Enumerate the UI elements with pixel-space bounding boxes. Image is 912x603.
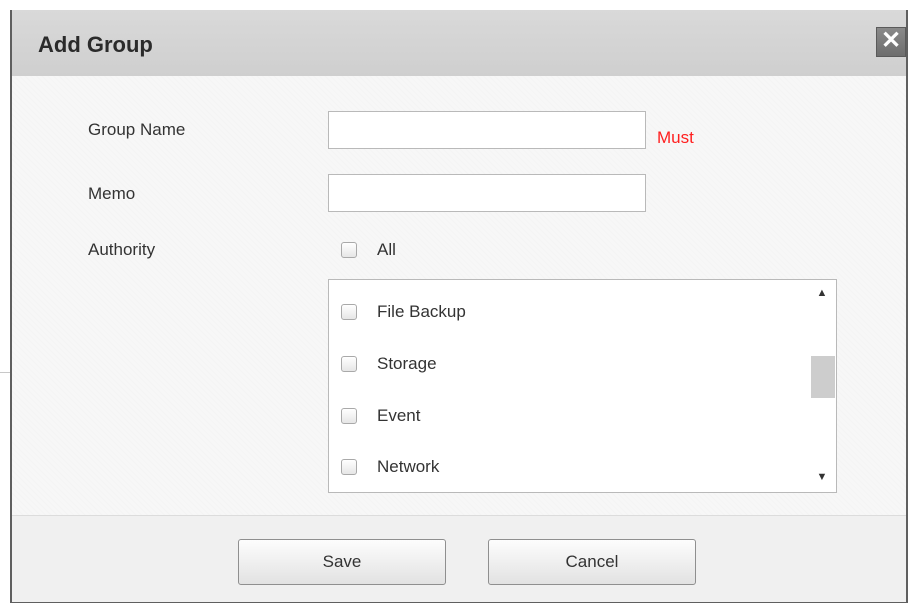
list-item[interactable]: Network — [341, 457, 439, 477]
authority-checkbox[interactable] — [341, 459, 357, 475]
authority-item-label: File Backup — [377, 302, 466, 321]
background-divider — [0, 372, 10, 373]
background-page — [0, 0, 10, 603]
memo-input[interactable] — [328, 174, 646, 212]
group-name-input[interactable] — [328, 111, 646, 149]
close-icon[interactable]: ✕ — [876, 27, 906, 57]
all-checkbox[interactable] — [341, 242, 357, 258]
dialog-title: Add Group — [38, 32, 153, 57]
list-item[interactable]: File Backup — [341, 302, 466, 322]
list-item[interactable]: Event — [341, 406, 420, 426]
required-indicator: Must — [657, 128, 694, 147]
authority-item-label: Network — [377, 457, 440, 476]
group-name-label: Group Name — [88, 120, 186, 139]
cancel-button[interactable]: Cancel — [488, 539, 696, 585]
authority-checkbox[interactable] — [341, 356, 357, 372]
authority-item-label: Event — [377, 406, 421, 425]
all-label: All — [377, 240, 396, 259]
authority-label: Authority — [88, 240, 156, 259]
add-group-dialog: Add Group ✕ Group Name Must Memo Authori… — [10, 10, 908, 603]
scroll-up-icon[interactable]: ▲ — [808, 282, 836, 304]
save-button[interactable]: Save — [238, 539, 446, 585]
dialog-footer: Save Cancel — [12, 515, 906, 602]
authority-checkbox[interactable] — [341, 408, 357, 424]
list-item[interactable]: Storage — [341, 354, 437, 374]
scroll-thumb[interactable] — [811, 356, 835, 398]
scroll-down-icon[interactable]: ▼ — [808, 466, 836, 488]
authority-item-label: Storage — [377, 354, 437, 373]
dialog-titlebar: Add Group ✕ — [12, 10, 906, 76]
authority-checkbox[interactable] — [341, 304, 357, 320]
list-scrollbar[interactable]: ▲ ▼ — [808, 280, 836, 492]
authority-all-option[interactable]: All — [341, 240, 396, 260]
memo-label: Memo — [88, 184, 136, 203]
authority-list[interactable]: File Backup Storage Event Network ▲ ▼ — [328, 279, 837, 493]
